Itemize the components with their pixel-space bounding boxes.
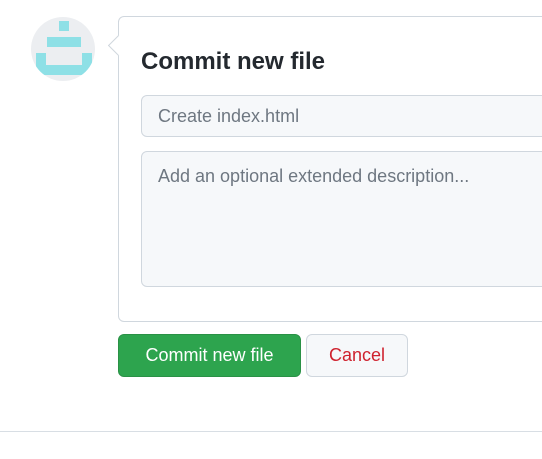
- cancel-button[interactable]: Cancel: [306, 334, 408, 377]
- avatar[interactable]: [31, 17, 95, 81]
- footer-divider: [0, 431, 542, 432]
- speech-caret: [107, 34, 130, 57]
- commit-description-textarea[interactable]: [141, 151, 542, 287]
- commit-page: Commit new file Commit new file Cancel: [0, 0, 542, 459]
- commit-new-file-button[interactable]: Commit new file: [118, 334, 301, 377]
- commit-summary-input[interactable]: [141, 95, 542, 137]
- commit-form: Commit new file: [107, 16, 542, 322]
- identicon-icon: [36, 21, 92, 75]
- commit-title: Commit new file: [141, 48, 326, 75]
